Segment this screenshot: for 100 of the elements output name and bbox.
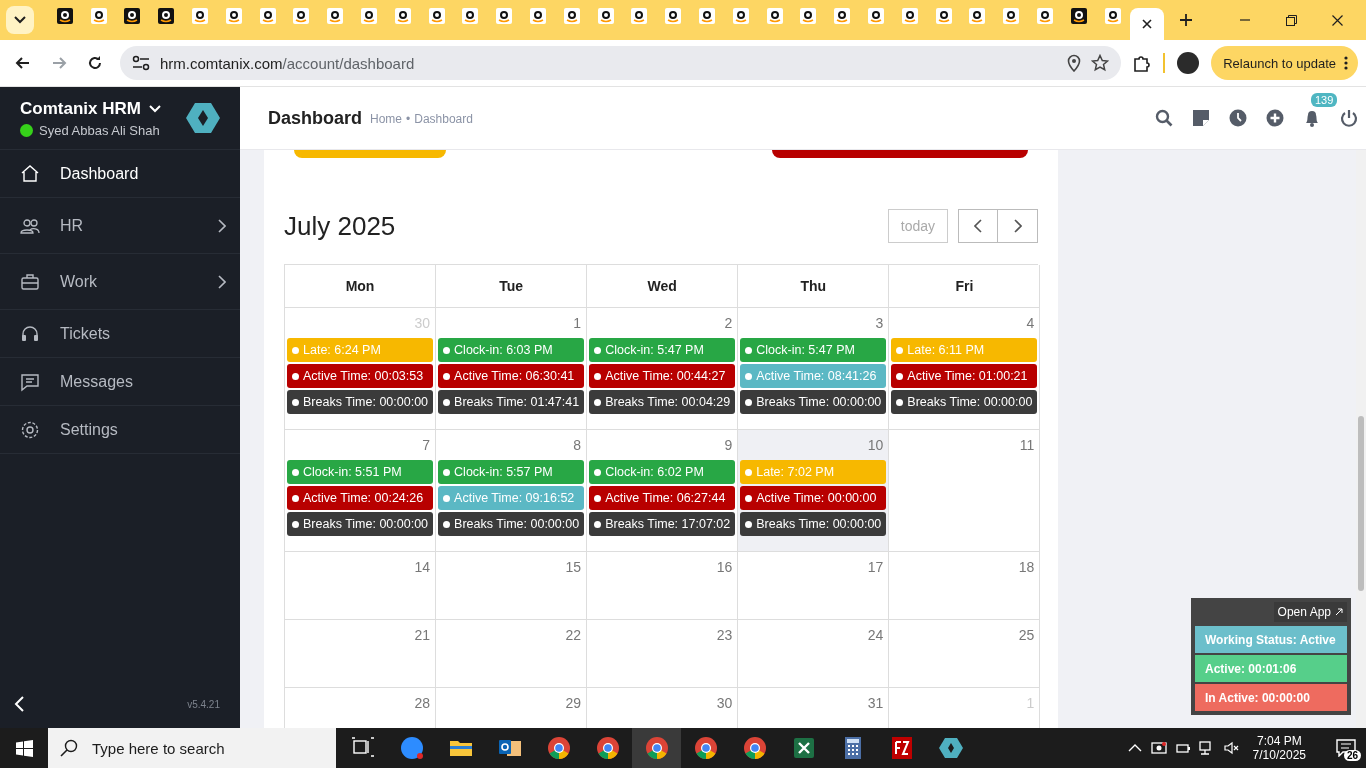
app-tile-icon xyxy=(889,736,914,760)
day-number: 11 xyxy=(1018,436,1036,455)
day-cell[interactable]: 7 Clock-in: 5:51 PM Active Time: 00:24:26 Breaks Time: 00:00:00 xyxy=(285,430,437,552)
chrome-browser-icon xyxy=(546,736,571,760)
day-number: 30 xyxy=(715,694,734,713)
day-cell[interactable]: 21 xyxy=(285,620,437,688)
day-number: 2 xyxy=(723,314,734,333)
amazon-favicon-icon xyxy=(631,8,648,24)
previous-button[interactable] xyxy=(958,209,998,243)
speaker-muted-icon[interactable] xyxy=(1222,740,1239,756)
amazon-favicon-icon xyxy=(259,8,276,24)
note-button[interactable] xyxy=(1192,109,1210,127)
note-icon xyxy=(1192,109,1210,127)
day-cell[interactable]: 24 xyxy=(738,620,890,688)
day-number: 9 xyxy=(723,436,734,455)
day-number: 14 xyxy=(413,558,432,577)
clock-icon xyxy=(1229,109,1247,127)
amazon-favicon-icon xyxy=(597,8,614,24)
user-name: Syed Abbas Ali Shah xyxy=(39,122,160,138)
day-cell[interactable]: 11 xyxy=(889,430,1041,552)
taskbar-app-button[interactable] xyxy=(632,728,681,768)
calendar-event[interactable]: Breaks Time: 01:47:41 xyxy=(438,390,585,414)
calendar-event[interactable]: Active Time: 01:00:21 xyxy=(891,364,1038,388)
day-cell[interactable]: 23 xyxy=(587,620,739,688)
url-text: hrm.comtanix.com/account/dashboard xyxy=(160,54,416,72)
star-icon[interactable] xyxy=(1091,54,1110,72)
day-cell[interactable]: 10 Late: 7:02 PM Active Time: 00:00:00 Breaks Time: 00:00:00 xyxy=(738,430,890,552)
calendar-event[interactable]: Breaks Time: 00:00:00 xyxy=(438,512,585,536)
calendar-event[interactable]: Active Time: 00:03:53 xyxy=(287,364,434,388)
day-cell[interactable]: 8 Clock-in: 5:57 PM Active Time: 09:16:52 Breaks Time: 00:00:00 xyxy=(436,430,588,552)
collapse-chevron-icon[interactable] xyxy=(14,696,24,712)
day-cell[interactable]: 16 xyxy=(587,552,739,620)
column-header: Fri xyxy=(889,265,1041,308)
taskbar-search-field[interactable]: Type here to search xyxy=(48,728,336,768)
day-cell[interactable]: 25 xyxy=(889,620,1041,688)
chevron-down-icon[interactable] xyxy=(148,104,161,113)
open-app-button[interactable]: Open App xyxy=(1273,602,1347,622)
calendar-event[interactable]: Breaks Time: 00:00:00 xyxy=(740,512,887,536)
address-bar[interactable]: hrm.comtanix.com/account/dashboard xyxy=(120,46,1122,80)
day-number: 10 xyxy=(866,436,885,455)
day-number: 15 xyxy=(564,558,583,577)
brand-name[interactable]: Comtanix HRM xyxy=(20,98,141,119)
search-button[interactable] xyxy=(1155,109,1173,127)
day-cell[interactable]: 22 xyxy=(436,620,588,688)
day-number: 25 xyxy=(1017,626,1036,645)
day-number: 29 xyxy=(564,694,583,713)
day-number: 23 xyxy=(715,626,734,645)
amazon-favicon-icon xyxy=(732,8,749,24)
clock-button[interactable] xyxy=(1229,109,1247,127)
spreadsheet-app-icon xyxy=(791,736,816,760)
power-button[interactable] xyxy=(1340,109,1358,127)
amazon-favicon-icon xyxy=(327,8,344,24)
external-arrow-icon xyxy=(1335,608,1343,616)
amazon-favicon-icon xyxy=(901,8,918,24)
day-number: 17 xyxy=(866,558,885,577)
relaunch-button[interactable]: Relaunch to update xyxy=(1211,46,1358,80)
calendar-event[interactable]: Active Time: 00:24:26 xyxy=(287,486,434,510)
calendar-event[interactable]: Active Time: 06:30:41 xyxy=(438,364,585,388)
day-cell[interactable]: 4 Late: 6:11 PM Active Time: 01:00:21 Breaks Time: 00:00:00 xyxy=(889,308,1041,430)
profile-avatar[interactable] xyxy=(1177,52,1200,74)
scrollbar[interactable] xyxy=(1356,150,1366,728)
amazon-favicon-icon xyxy=(800,8,817,24)
day-cell[interactable]: 3 Clock-in: 5:47 PM Active Time: 08:41:26 Breaks Time: 00:00:00 xyxy=(738,308,890,430)
day-cell[interactable]: 2 Clock-in: 5:47 PM Active Time: 00:44:27 Breaks Time: 00:04:29 xyxy=(587,308,739,430)
amazon-favicon-icon xyxy=(192,8,209,24)
day-number: 4 xyxy=(1025,314,1036,333)
calendar-event[interactable]: Breaks Time: 00:00:00 xyxy=(287,512,434,536)
day-cell[interactable]: 17 xyxy=(738,552,890,620)
search-icon xyxy=(60,739,78,757)
calendar-event[interactable]: Breaks Time: 17:07:02 xyxy=(589,512,736,536)
plus-circle-button[interactable] xyxy=(1266,109,1284,127)
calendar-event[interactable]: Active Time: 06:27:44 xyxy=(589,486,736,510)
next-button[interactable] xyxy=(998,209,1038,243)
day-cell[interactable]: 14 xyxy=(285,552,437,620)
day-cell[interactable]: 15 xyxy=(436,552,588,620)
location-pin-icon[interactable] xyxy=(1067,54,1082,72)
calendar-event[interactable]: Breaks Time: 00:00:00 xyxy=(740,390,887,414)
clock-date[interactable]: 7/10/2025 xyxy=(1252,748,1306,762)
day-cell[interactable]: 1 Clock-in: 6:03 PM Active Time: 06:30:41 Breaks Time: 01:47:41 xyxy=(436,308,588,430)
column-header: Tue xyxy=(436,265,588,308)
bell-icon xyxy=(1303,109,1321,127)
day-cell[interactable]: 18 xyxy=(889,552,1041,620)
site-settings-icon[interactable] xyxy=(132,55,150,71)
search-icon xyxy=(1155,109,1173,127)
calendar-event[interactable]: Breaks Time: 00:04:29 xyxy=(589,390,736,414)
chrome-browser-icon xyxy=(644,736,669,760)
calendar-event[interactable]: Breaks Time: 00:00:00 xyxy=(891,390,1038,414)
amazon-favicon-icon xyxy=(699,8,716,24)
camera-icon[interactable] xyxy=(1150,740,1167,756)
day-cell[interactable]: 9 Clock-in: 6:02 PM Active Time: 06:27:44 Breaks Time: 17:07:02 xyxy=(587,430,739,552)
notification-badge: 139 xyxy=(1311,93,1338,107)
reload-icon xyxy=(86,54,104,72)
calendar-event[interactable]: Breaks Time: 00:00:00 xyxy=(287,390,434,414)
tab-search-button[interactable] xyxy=(6,6,34,34)
notification-center-button[interactable]: 26 xyxy=(1326,728,1366,768)
calendar-event[interactable]: Active Time: 00:00:00 xyxy=(740,486,887,510)
clock-time[interactable]: 7:04 PM xyxy=(1256,734,1302,748)
search-input[interactable]: Type here to search xyxy=(90,738,320,758)
calendar-event[interactable]: Active Time: 00:44:27 xyxy=(589,364,736,388)
status-row: In Active: 00:00:00 xyxy=(1195,684,1347,711)
